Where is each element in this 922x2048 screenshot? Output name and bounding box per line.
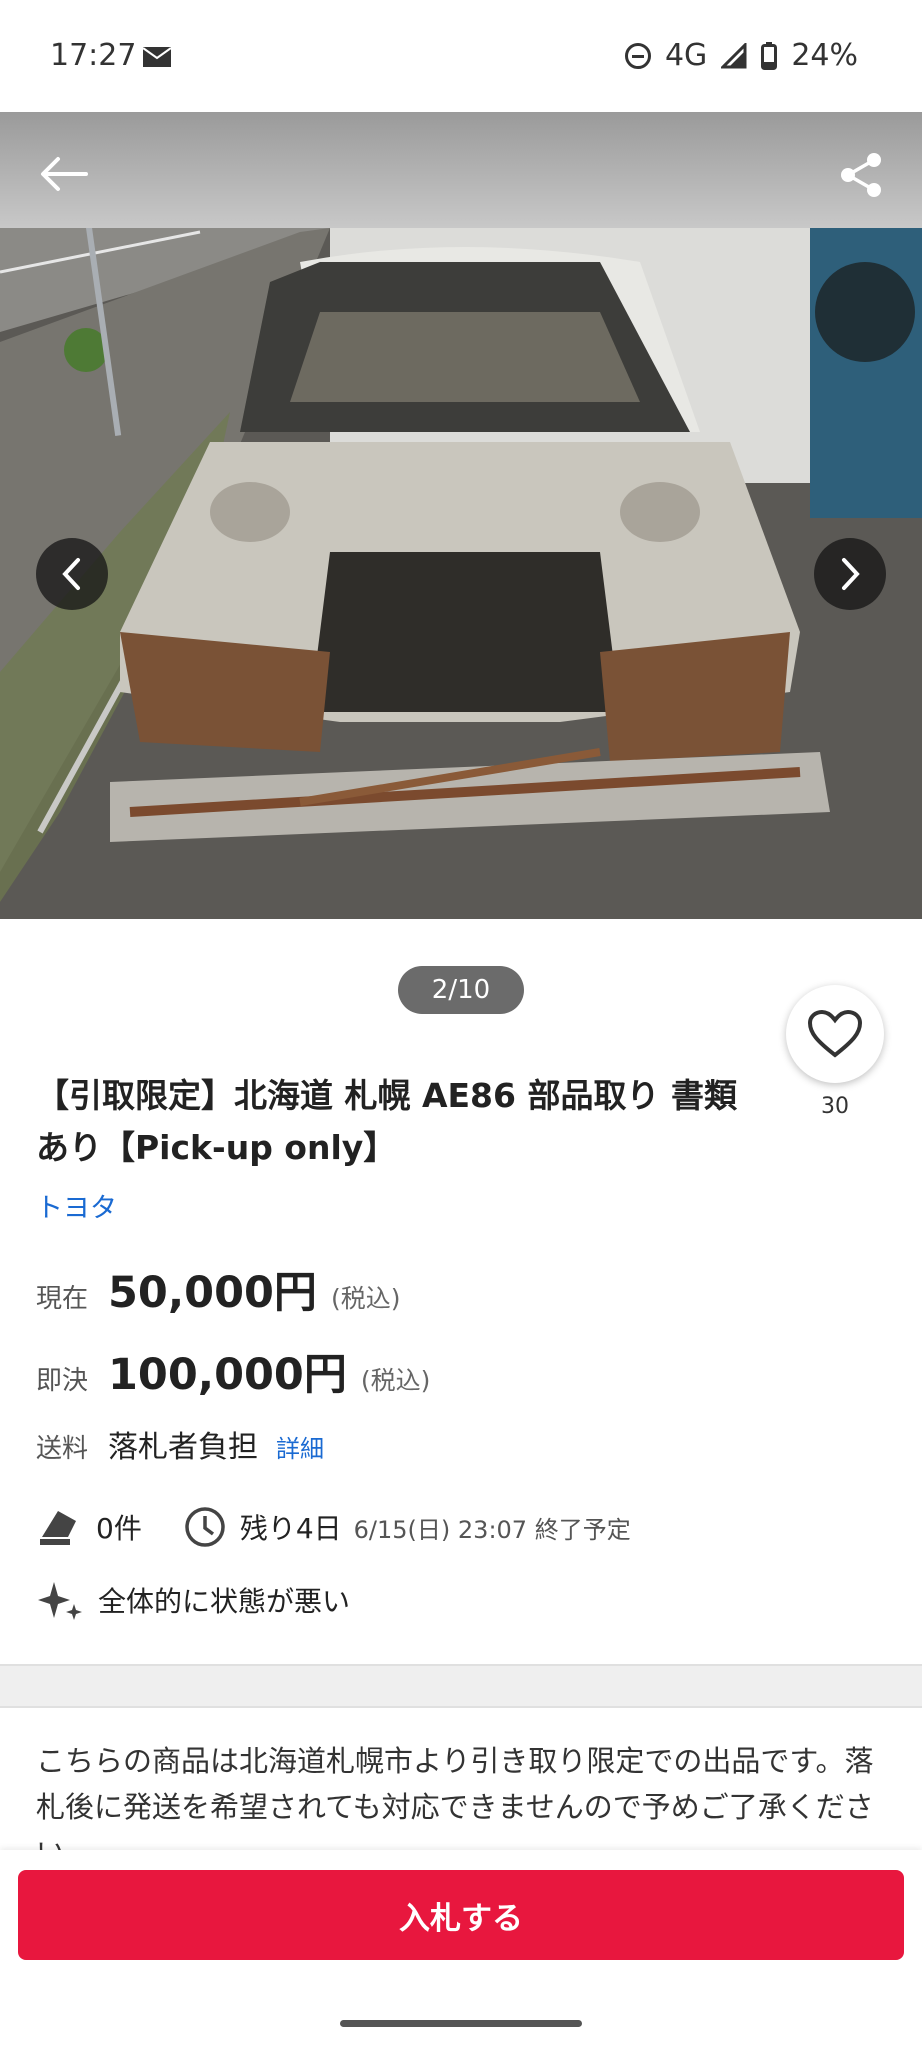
- current-price-label: 現在: [36, 1284, 89, 1314]
- gavel-icon: [40, 1511, 76, 1545]
- heart-icon: [807, 1009, 863, 1058]
- status-time: 17:27: [50, 38, 137, 73]
- home-indicator[interactable]: [340, 2020, 582, 2027]
- buyout-price-label: 即決: [36, 1366, 89, 1396]
- buyout-price-value: 100,000円: [108, 1350, 347, 1400]
- image-counter: 2/10: [398, 966, 524, 1014]
- chevron-left-icon: [62, 558, 80, 590]
- signal-icon: [721, 42, 747, 68]
- status-bar: 17:27 4G 24%: [0, 0, 922, 112]
- shipping-label: 送料: [36, 1434, 89, 1464]
- shipping-row: 送料 落札者負担 詳細: [36, 1422, 324, 1466]
- section-divider: [0, 1664, 922, 1708]
- favorite-button[interactable]: [786, 985, 884, 1083]
- clock-icon: [185, 1507, 225, 1547]
- current-price-value: 50,000円: [108, 1268, 317, 1318]
- bid-button[interactable]: 入札する: [18, 1870, 904, 1960]
- do-not-disturb-icon: [624, 42, 651, 69]
- condition-text: 全体的に状態が悪い: [98, 1585, 351, 1618]
- item-photo[interactable]: [0, 112, 922, 919]
- end-time: 6/15(日) 23:07 終了予定: [353, 1515, 631, 1544]
- shipping-details-link[interactable]: 詳細: [276, 1429, 324, 1464]
- chevron-right-icon: [842, 558, 860, 590]
- share-icon[interactable]: [838, 152, 884, 198]
- buyout-price-tax: (税込): [360, 1366, 431, 1395]
- brand-link[interactable]: トヨタ: [36, 1186, 117, 1225]
- next-image-button[interactable]: [814, 538, 886, 610]
- network-type: 4G: [664, 38, 708, 73]
- status-right: 4G 24%: [624, 38, 858, 73]
- current-price-tax: (税込): [330, 1284, 401, 1313]
- bid-count: 0件: [96, 1512, 142, 1545]
- current-price-row: 現在 50,000円 (税込): [36, 1258, 400, 1320]
- back-arrow-icon[interactable]: [40, 156, 88, 192]
- bottom-action-bar: 入札する: [0, 1850, 922, 2048]
- shipping-value: 落札者負担: [108, 1430, 258, 1465]
- battery-icon: [761, 41, 778, 70]
- sparkle-icon: [38, 1582, 82, 1620]
- auction-info-row: 0件 残り4日 6/15(日) 23:07 終了予定: [38, 1506, 631, 1548]
- photo-top-shade: [0, 112, 922, 228]
- battery-level: 24%: [791, 38, 858, 73]
- item-title: 【引取限定】北海道 札幌 AE86 部品取り 書類あり【Pick-up only…: [36, 1076, 737, 1167]
- car-photo-illustration: [0, 112, 922, 919]
- mail-icon: [142, 47, 172, 67]
- condition-row: 全体的に状態が悪い: [38, 1578, 350, 1622]
- previous-image-button[interactable]: [36, 538, 108, 610]
- buyout-price-row: 即決 100,000円 (税込): [36, 1340, 430, 1402]
- favorite-count: 30: [821, 1094, 849, 1119]
- item-description: こちらの商品は北海道札幌市より引き取り限定での出品です。落札後に発送を希望されて…: [36, 1744, 874, 1850]
- time-left: 残り4日: [239, 1512, 342, 1545]
